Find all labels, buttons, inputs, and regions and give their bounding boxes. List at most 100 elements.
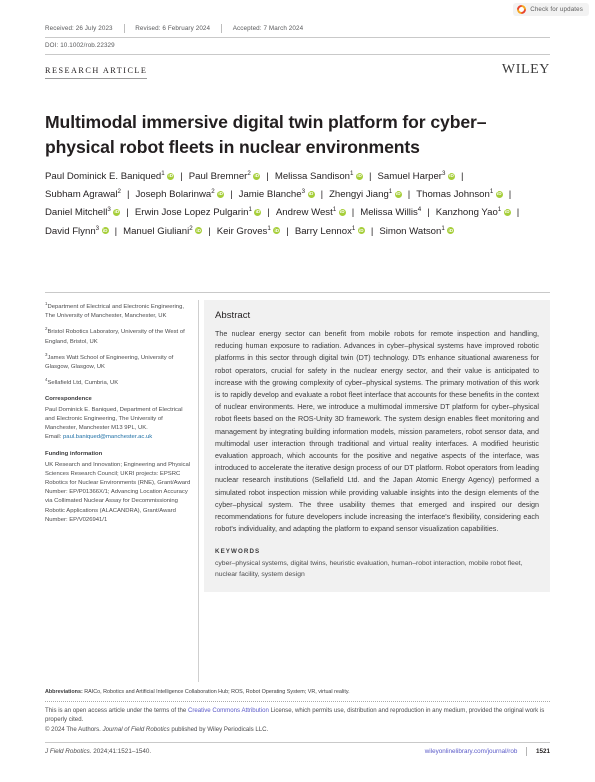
article-dates: Received: 26 July 2023 Revised: 6 Februa… <box>45 24 550 38</box>
orcid-icon[interactable] <box>355 172 363 180</box>
orcid-icon[interactable] <box>253 172 261 180</box>
accepted-date: Accepted: 7 March 2024 <box>232 25 304 32</box>
orcid-icon[interactable] <box>167 172 175 180</box>
author-separator: | <box>114 225 118 237</box>
author-affiliation-marker: 1 <box>388 188 393 196</box>
author-name: Joseph Bolarinwa <box>135 189 212 201</box>
affiliation-text: Department of Electrical and Electronic … <box>45 304 184 320</box>
author-affiliation-marker: 1 <box>350 169 354 177</box>
funding-block: Funding information UK Research and Inno… <box>45 450 193 525</box>
abbreviations-text: RAICo, Robotics and Artificial Intellige… <box>84 689 350 695</box>
license-statement: This is an open access article under the… <box>45 706 550 725</box>
orcid-icon[interactable] <box>447 172 455 180</box>
author-entry[interactable]: Andrew West1 <box>276 207 346 218</box>
article-type-label: RESEARCH ARTICLE <box>45 66 148 79</box>
author-entry[interactable]: Jamie Blanche3 <box>239 188 315 200</box>
revised-date: Revised: 6 February 2024 <box>135 25 211 32</box>
paper-page: Check for updates Received: 26 July 2023… <box>0 0 595 782</box>
correspondence-body: Paul Dominick E. Baniqued, Department of… <box>45 406 183 432</box>
orcid-icon[interactable] <box>447 227 455 235</box>
email-link[interactable]: paul.baniqued@manchester.ac.uk <box>63 434 152 440</box>
author-separator: | <box>230 189 233 201</box>
copyright-journal: Journal of Field Robotics <box>102 725 170 733</box>
header-rule <box>45 292 550 293</box>
date-divider <box>123 24 125 33</box>
author-entry[interactable]: Simon Watson1 <box>379 225 455 237</box>
orcid-icon[interactable] <box>254 208 262 216</box>
doi-line[interactable]: DOI: 10.1002/rob.22329 <box>45 38 550 55</box>
affiliation-list: 1Department of Electrical and Electronic… <box>45 301 193 388</box>
author-entry[interactable]: Joseph Bolarinwa2 <box>135 188 225 201</box>
check-for-updates-badge[interactable]: Check for updates <box>513 3 589 16</box>
keywords-text: cyber–physical systems, digital twins, h… <box>215 560 523 578</box>
author-name: Andrew West <box>275 207 333 219</box>
author-entry[interactable]: Manuel Giuliani2 <box>123 225 203 237</box>
author-affiliation-marker: 2 <box>211 188 215 196</box>
page-footer: J Field Robotics. 2024;41:1521–1540. wil… <box>45 747 550 756</box>
author-separator: | <box>320 189 324 201</box>
affiliation-item: 2Bristol Robotics Laboratory, University… <box>45 327 193 346</box>
article-type-row: RESEARCH ARTICLE WILEY <box>45 63 550 79</box>
author-name: David Flynn <box>45 225 96 237</box>
author-entry[interactable]: Thomas Johnson1 <box>416 188 503 201</box>
author-affiliation-marker: 1 <box>332 206 337 214</box>
author-entry[interactable]: Paul Dominick E. Baniqued1 <box>45 170 175 182</box>
correspondence-heading: Correspondence <box>45 396 92 403</box>
orcid-icon[interactable] <box>101 227 109 235</box>
page-title: Multimodal immersive digital twin platfo… <box>45 111 487 157</box>
creative-commons-link[interactable]: Creative Commons Attribution <box>188 707 269 714</box>
author-name: Simon Watson <box>379 225 442 237</box>
copyright-post: published by Wiley Periodicals LLC. <box>169 725 269 733</box>
author-entry[interactable]: Subham Agrawal2 <box>45 188 121 201</box>
affiliation-item: 1Department of Electrical and Electronic… <box>45 301 193 321</box>
footer-rule <box>45 742 550 743</box>
orcid-icon[interactable] <box>394 190 402 198</box>
author-name: Barry Lennox <box>294 225 352 237</box>
author-separator: | <box>508 189 512 201</box>
funding-body: UK Research and Innovation; Engineering … <box>45 461 191 523</box>
author-entry[interactable]: Samuel Harper3 <box>377 170 455 182</box>
author-affiliation-marker: 1 <box>248 206 252 214</box>
author-entry[interactable]: Melissa Willis4 <box>360 207 421 219</box>
author-entry[interactable]: David Flynn3 <box>45 225 109 237</box>
author-name: Thomas Johnson <box>416 189 490 201</box>
author-entry[interactable]: Melissa Sandison1 <box>275 169 363 182</box>
author-entry[interactable]: Erwin Jose Lopez Pulgarin1 <box>135 207 262 218</box>
author-separator: | <box>208 225 211 237</box>
keywords-heading: KEYWORDS <box>215 548 261 556</box>
orcid-icon[interactable] <box>307 190 315 198</box>
license-block: This is an open access article under the… <box>45 706 550 734</box>
author-separator: | <box>286 225 289 237</box>
funding-heading: Funding information <box>45 451 103 458</box>
author-name: Samuel Harper <box>377 171 443 182</box>
author-entry[interactable]: Zhengyi Jiang1 <box>329 188 402 201</box>
email-label: Email: <box>45 434 62 441</box>
author-name: Erwin Jose Lopez Pulgarin <box>134 207 249 219</box>
citation-rest: 2024;41:1521–1540. <box>91 748 152 755</box>
orcid-icon[interactable] <box>357 227 365 235</box>
author-entry[interactable]: Kanzhong Yao1 <box>436 207 511 218</box>
author-name: Subham Agrawal <box>45 189 118 201</box>
orcid-icon[interactable] <box>273 227 281 235</box>
orcid-icon[interactable] <box>503 208 511 216</box>
affiliation-item: 4Sellafield Ltd, Cumbria, UK <box>45 378 193 388</box>
crossmark-icon <box>517 5 527 14</box>
orcid-icon[interactable] <box>338 208 346 216</box>
abstract-heading: Abstract <box>215 310 251 321</box>
journal-url[interactable]: wileyonlinelibrary.com/journal/rob <box>425 748 518 755</box>
orcid-icon[interactable] <box>195 227 203 235</box>
author-entry[interactable]: Daniel Mitchell3 <box>45 207 121 218</box>
author-entry[interactable]: Paul Bremner2 <box>189 169 261 182</box>
affiliation-text: Sellafield Ltd, Cumbria, UK <box>47 380 119 387</box>
orcid-icon[interactable] <box>113 208 121 216</box>
author-entry[interactable]: Barry Lennox1 <box>294 225 365 237</box>
author-name: Zhengyi Jiang <box>329 189 389 201</box>
orcid-icon[interactable] <box>217 190 225 198</box>
affiliation-text: Bristol Robotics Laboratory, University … <box>45 329 185 345</box>
received-date: Received: 26 July 2023 <box>45 25 113 32</box>
author-affiliation-marker: 2 <box>247 169 251 177</box>
orcid-icon[interactable] <box>495 190 503 198</box>
author-separator: | <box>351 207 355 219</box>
abbreviations-line: Abbreviations: RAICo, Robotics and Artif… <box>45 688 550 702</box>
author-entry[interactable]: Keir Groves1 <box>217 225 281 237</box>
